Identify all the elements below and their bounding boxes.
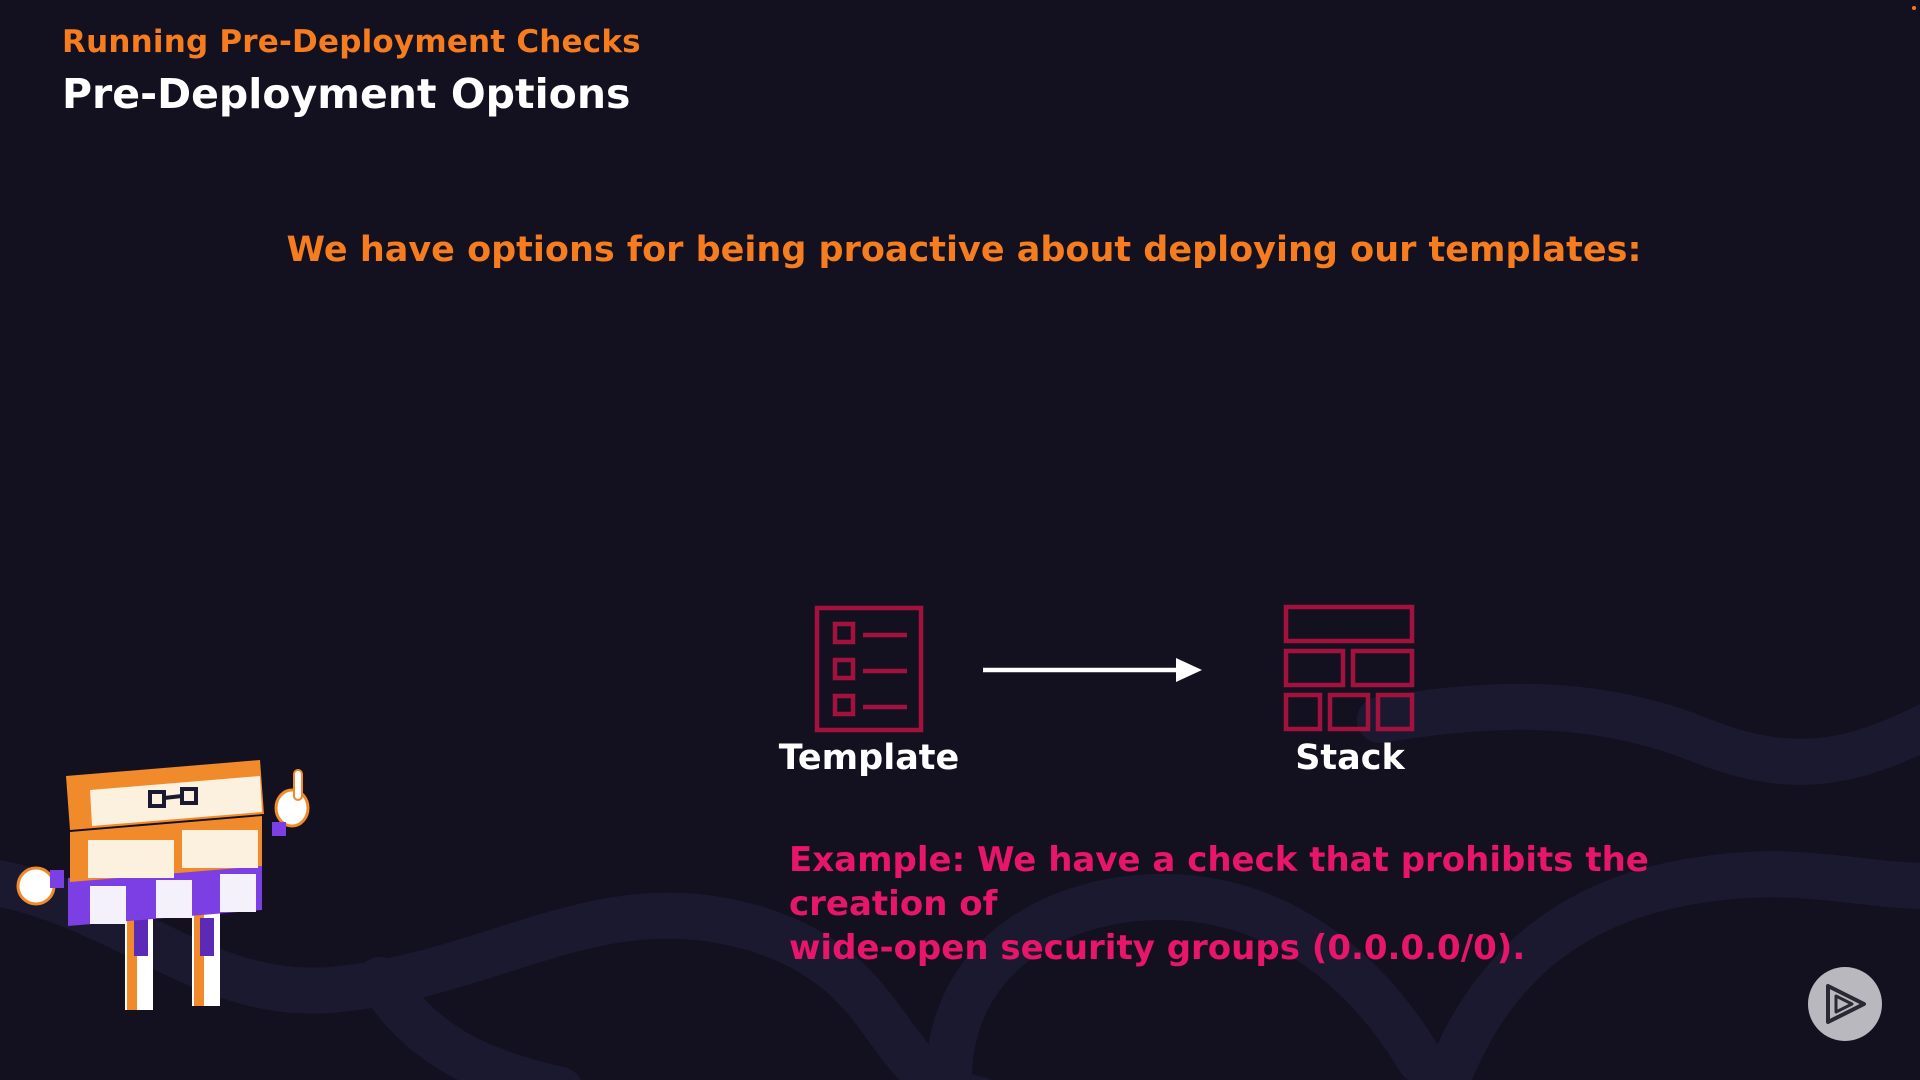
- stack-grid-icon: [1283, 604, 1415, 732]
- example-text: Example: We have a check that prohibits …: [789, 838, 1789, 970]
- stack-label: Stack: [1295, 738, 1405, 778]
- checklist-icon: [814, 605, 924, 733]
- example-line-2: wide-open security groups (0.0.0.0/0).: [789, 928, 1526, 968]
- corner-marker: [1912, 6, 1916, 10]
- play-logo-icon: [1826, 984, 1866, 1024]
- right-arrow-icon: [983, 658, 1202, 682]
- example-line-1: Example: We have a check that prohibits …: [789, 840, 1649, 924]
- slide-title: Pre-Deployment Options: [62, 70, 631, 118]
- brick-mascot-illustration: [16, 760, 310, 1010]
- slide: Running Pre-Deployment Checks Pre-Deploy…: [0, 0, 1920, 1080]
- template-label: Template: [778, 738, 960, 778]
- play-logo-button[interactable]: [1808, 967, 1882, 1041]
- intro-text: We have options for being proactive abou…: [286, 230, 1642, 270]
- section-subtitle: Running Pre-Deployment Checks: [62, 24, 641, 60]
